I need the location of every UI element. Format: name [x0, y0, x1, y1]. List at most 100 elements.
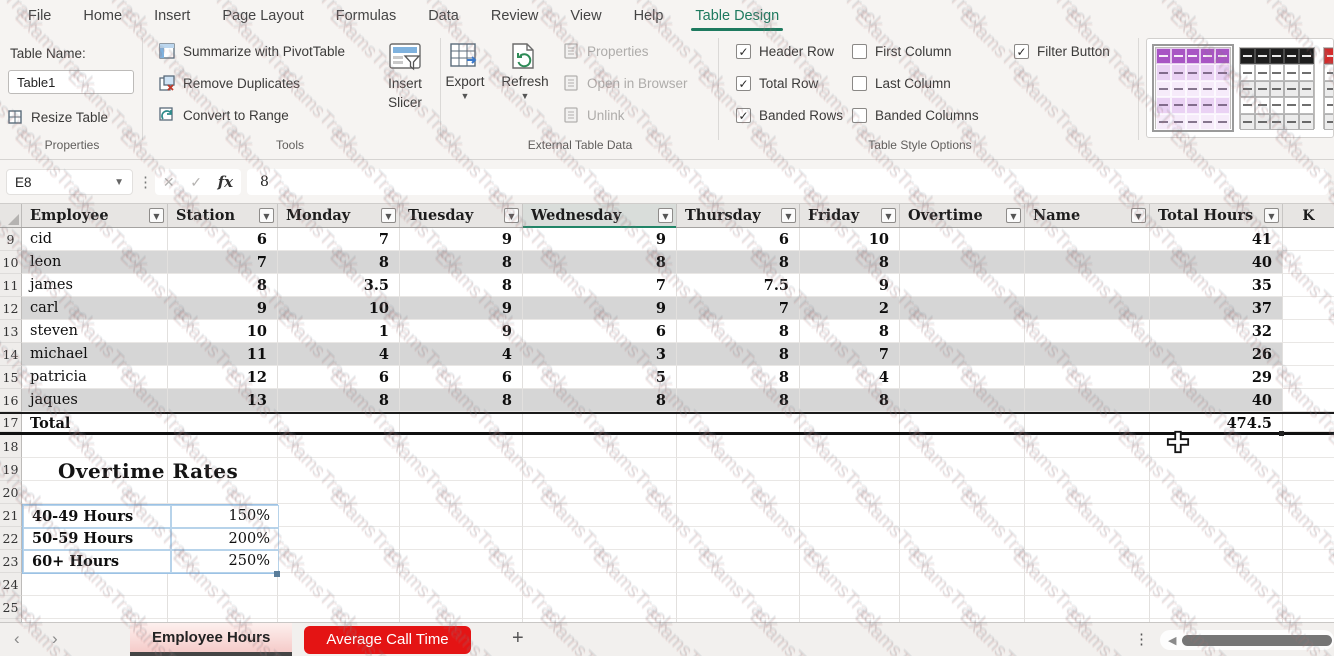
- filter-dropdown-icon[interactable]: ▼: [1006, 208, 1021, 223]
- cell[interactable]: 40: [1150, 389, 1283, 412]
- summarize-with-pivottable-button[interactable]: Summarize with PivotTable: [158, 42, 345, 60]
- cell[interactable]: 8: [278, 389, 400, 412]
- overtime-rate-cell[interactable]: 250%: [171, 550, 279, 573]
- scroll-left-icon[interactable]: ◀: [1162, 634, 1182, 647]
- cell[interactable]: Total: [22, 414, 168, 432]
- cell[interactable]: [400, 435, 523, 458]
- cell-k[interactable]: [1283, 366, 1334, 389]
- row-number[interactable]: 9: [0, 228, 22, 251]
- cell[interactable]: 8: [677, 343, 800, 366]
- cell[interactable]: [278, 481, 400, 504]
- cell[interactable]: james: [22, 274, 168, 297]
- cell[interactable]: [800, 527, 900, 550]
- ribbon-tab-review[interactable]: Review: [475, 0, 555, 32]
- scrollbar-thumb[interactable]: [1182, 635, 1332, 646]
- cell[interactable]: 6: [677, 228, 800, 251]
- cell[interactable]: 40: [1150, 251, 1283, 274]
- cell[interactable]: [900, 550, 1025, 573]
- filter-dropdown-icon[interactable]: ▼: [781, 208, 796, 223]
- cell[interactable]: [800, 414, 900, 432]
- cell[interactable]: [523, 458, 677, 481]
- row-number[interactable]: 20: [0, 481, 22, 504]
- ribbon-tab-file[interactable]: File: [12, 0, 67, 32]
- cell[interactable]: [523, 504, 677, 527]
- column-header-name[interactable]: Name▼: [1025, 204, 1150, 227]
- cell[interactable]: [1025, 343, 1150, 366]
- cell[interactable]: [1025, 389, 1150, 412]
- cell[interactable]: [677, 527, 800, 550]
- cell-k[interactable]: [1283, 527, 1334, 550]
- cell[interactable]: [677, 573, 800, 596]
- cell-k[interactable]: [1283, 458, 1334, 481]
- cell[interactable]: [900, 320, 1025, 343]
- cell[interactable]: 474.5: [1150, 414, 1283, 432]
- cell-k[interactable]: [1283, 596, 1334, 619]
- cell[interactable]: 4: [278, 343, 400, 366]
- filter-dropdown-icon[interactable]: ▼: [259, 208, 274, 223]
- cell[interactable]: steven: [22, 320, 168, 343]
- filter-dropdown-icon[interactable]: ▼: [149, 208, 164, 223]
- column-header-overtime[interactable]: Overtime▼: [900, 204, 1025, 227]
- cell[interactable]: 9: [168, 297, 278, 320]
- remove-duplicates-button[interactable]: Remove Duplicates: [158, 74, 300, 92]
- name-box-chevron-icon[interactable]: ▼: [114, 177, 124, 188]
- column-header-thursday[interactable]: Thursday▼: [677, 204, 800, 227]
- cell[interactable]: [22, 596, 168, 619]
- cell[interactable]: [400, 481, 523, 504]
- add-sheet-button[interactable]: +: [512, 627, 524, 650]
- column-header-wednesday[interactable]: Wednesday▼: [523, 204, 677, 227]
- cell[interactable]: [800, 435, 900, 458]
- cell[interactable]: 9: [400, 228, 523, 251]
- cell[interactable]: [523, 573, 677, 596]
- cell[interactable]: [900, 458, 1025, 481]
- cell[interactable]: 29: [1150, 366, 1283, 389]
- convert-to-range-button[interactable]: Convert to Range: [158, 106, 289, 124]
- export-button[interactable]: Export ▼: [442, 42, 488, 101]
- cell[interactable]: [1150, 435, 1283, 458]
- cell[interactable]: [677, 414, 800, 432]
- cell[interactable]: 9: [523, 297, 677, 320]
- row-number[interactable]: 14: [0, 343, 22, 366]
- cell[interactable]: [900, 251, 1025, 274]
- cell[interactable]: 41: [1150, 228, 1283, 251]
- cell[interactable]: 4: [400, 343, 523, 366]
- cell[interactable]: [523, 414, 677, 432]
- filter-dropdown-icon[interactable]: ▼: [504, 208, 519, 223]
- column-header-k[interactable]: K: [1283, 204, 1334, 227]
- cell[interactable]: 35: [1150, 274, 1283, 297]
- table-name-input[interactable]: [8, 70, 134, 94]
- column-header-tuesday[interactable]: Tuesday▼: [400, 204, 523, 227]
- row-number[interactable]: 10: [0, 251, 22, 274]
- cell-k[interactable]: [1283, 573, 1334, 596]
- cell[interactable]: [1025, 414, 1150, 432]
- cell[interactable]: [400, 504, 523, 527]
- cancel-icon[interactable]: ✕: [163, 174, 175, 191]
- table-style-red[interactable]: [1323, 47, 1334, 129]
- ribbon-tab-data[interactable]: Data: [412, 0, 475, 32]
- cell[interactable]: 32: [1150, 320, 1283, 343]
- cell[interactable]: [1025, 504, 1150, 527]
- cell[interactable]: 6: [278, 366, 400, 389]
- cell[interactable]: 6: [168, 228, 278, 251]
- overtime-rate-cell[interactable]: 150%: [171, 505, 279, 528]
- cell[interactable]: 12: [168, 366, 278, 389]
- cell[interactable]: 8: [677, 366, 800, 389]
- cell[interactable]: [677, 458, 800, 481]
- ribbon-tab-view[interactable]: View: [554, 0, 617, 32]
- cell[interactable]: 9: [800, 274, 900, 297]
- cell[interactable]: [900, 297, 1025, 320]
- cell[interactable]: 7: [168, 251, 278, 274]
- enter-icon[interactable]: ✓: [190, 174, 202, 191]
- cell[interactable]: [278, 596, 400, 619]
- cell[interactable]: [800, 596, 900, 619]
- cell-k[interactable]: [1283, 414, 1334, 432]
- cell[interactable]: [168, 596, 278, 619]
- cell[interactable]: 1: [278, 320, 400, 343]
- cell[interactable]: patricia: [22, 366, 168, 389]
- checkbox-last-column[interactable]: Last Column: [852, 76, 951, 91]
- cell[interactable]: [168, 414, 278, 432]
- cell[interactable]: 7: [278, 228, 400, 251]
- cell[interactable]: 4: [800, 366, 900, 389]
- cell[interactable]: [22, 435, 168, 458]
- insert-slicer-button[interactable]: Insert Slicer: [384, 42, 426, 110]
